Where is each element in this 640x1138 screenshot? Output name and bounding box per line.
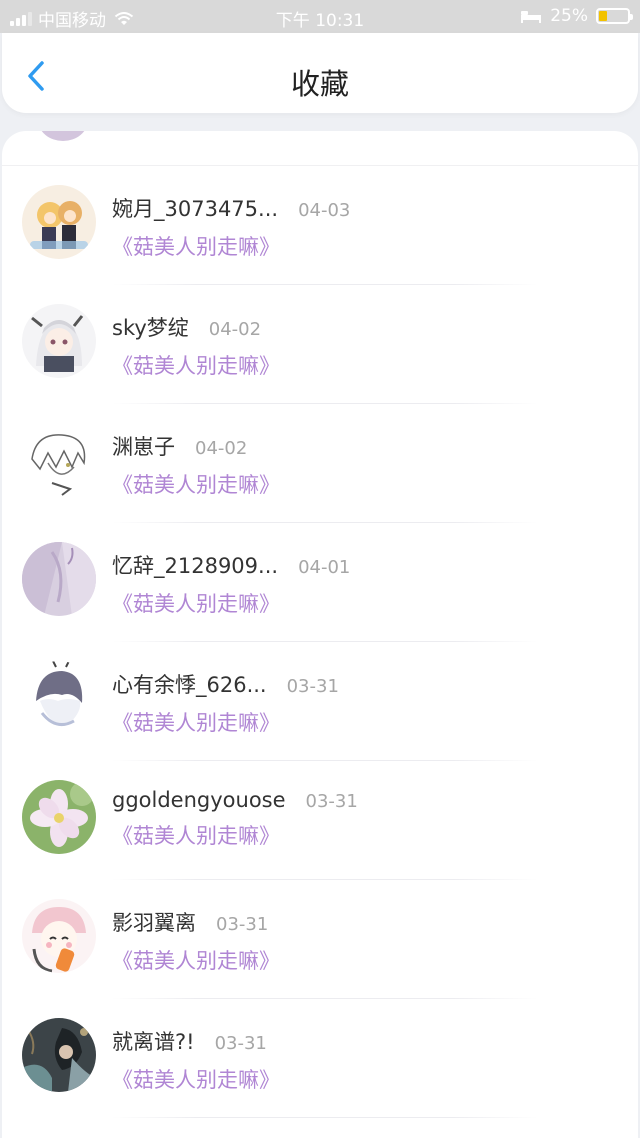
user-name[interactable]: 忆辞_2128909...	[112, 550, 278, 580]
list-item[interactable]: 影羽翼离 03-31 《菇美人别走嘛》	[2, 845, 638, 973]
nav-header: 收藏	[2, 33, 638, 113]
date-label: 03-31	[216, 914, 269, 935]
user-name[interactable]: 渊崽子	[112, 431, 175, 461]
user-name[interactable]: 婉月_3073475...	[112, 193, 278, 223]
avatar[interactable]	[22, 1018, 96, 1092]
avatar[interactable]	[22, 780, 96, 854]
page-title: 收藏	[290, 67, 349, 101]
battery-icon	[596, 8, 633, 24]
avatar[interactable]	[22, 542, 96, 616]
list-item[interactable]: 就离谱?! 03-31 《菇美人别走嘛》	[2, 964, 638, 1092]
date-label: 03-31	[214, 1033, 267, 1054]
user-name[interactable]: ggoldengyouose	[112, 788, 286, 812]
list-item[interactable]: 心有余悸_626... 03-31 《菇美人别走嘛》	[2, 607, 638, 735]
book-title-link[interactable]: 《菇美人别走嘛》	[112, 1064, 280, 1094]
date-label: 04-03	[298, 200, 351, 221]
date-label: 04-02	[208, 319, 262, 340]
avatar[interactable]	[22, 304, 96, 378]
user-name[interactable]: 影羽翼离	[112, 907, 196, 937]
list-item[interactable]: 婉月_3073475... 04-03 《菇美人别走嘛》	[2, 131, 638, 259]
status-bar: 中国移动 下午 10:31 25%	[0, 0, 640, 33]
list-item[interactable]: 渊崽子 04-02 《菇美人别走嘛》	[2, 369, 638, 497]
bed-icon	[521, 11, 542, 23]
user-name[interactable]: sky梦绽	[112, 312, 189, 342]
status-right: 25%	[520, 6, 633, 26]
avatar[interactable]	[22, 423, 96, 497]
avatar[interactable]	[22, 661, 96, 735]
avatar[interactable]	[22, 185, 96, 259]
user-name[interactable]: 就离谱?!	[112, 1026, 195, 1056]
list-item[interactable]: sky梦绽 04-02 《菇美人别走嘛》	[2, 250, 638, 378]
date-label: 03-31	[286, 676, 339, 697]
date-label: 04-01	[298, 557, 351, 578]
list-item[interactable]: 忆辞_2128909... 04-01 《菇美人别走嘛》	[2, 488, 638, 616]
user-name[interactable]: 心有余悸_626...	[112, 669, 267, 699]
date-label: 04-02	[195, 438, 248, 459]
divider	[112, 1117, 538, 1118]
list-item[interactable]: ggoldengyouose 03-31 《菇美人别走嘛》	[2, 726, 638, 854]
battery-percent: 25%	[550, 6, 588, 26]
avatar[interactable]	[22, 899, 96, 973]
favorites-list[interactable]: 婉月_3073475... 04-03 《菇美人别走嘛》 sky梦绽 04-02…	[2, 131, 638, 1138]
date-label: 03-31	[305, 791, 358, 812]
